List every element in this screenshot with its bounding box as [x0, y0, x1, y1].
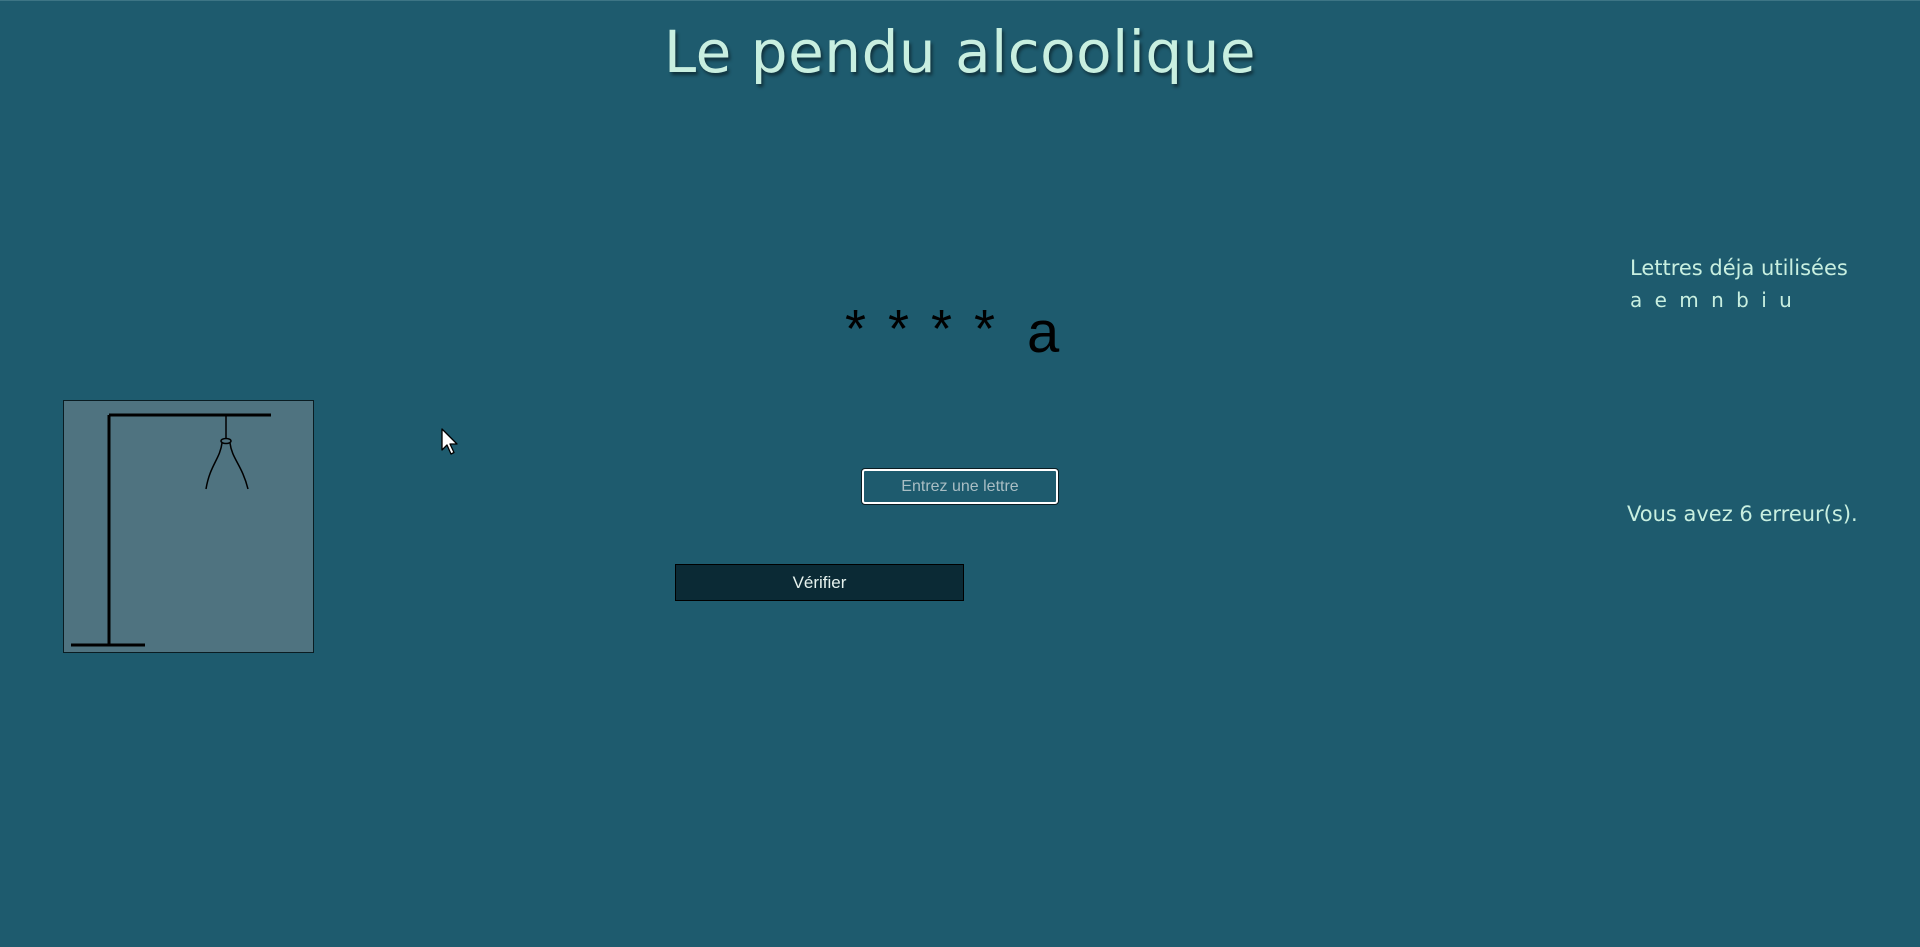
top-border: [0, 0, 1920, 1]
error-count: Vous avez 6 erreur(s).: [1627, 502, 1858, 526]
word-letter-2: *: [888, 299, 910, 359]
letter-input[interactable]: [862, 469, 1058, 504]
mouse-cursor-icon: [441, 428, 458, 455]
used-letters-panel: Lettres déja utilisées a e m n b i u: [1630, 252, 1848, 316]
used-letters-list: a e m n b i u: [1630, 288, 1795, 312]
page-title: Le pendu alcoolique: [663, 18, 1257, 86]
used-letters-heading: Lettres déja utilisées: [1630, 256, 1848, 280]
gallows-icon: [71, 413, 271, 647]
word-letter-1: *: [845, 299, 867, 359]
word-letter-5: a: [1027, 300, 1060, 365]
hangman-drawing: [63, 400, 314, 653]
word-letter-3: *: [931, 299, 953, 359]
masked-word: * * * * a: [845, 282, 1059, 362]
verify-button[interactable]: Vérifier: [675, 564, 964, 601]
word-letter-4: *: [974, 299, 996, 359]
